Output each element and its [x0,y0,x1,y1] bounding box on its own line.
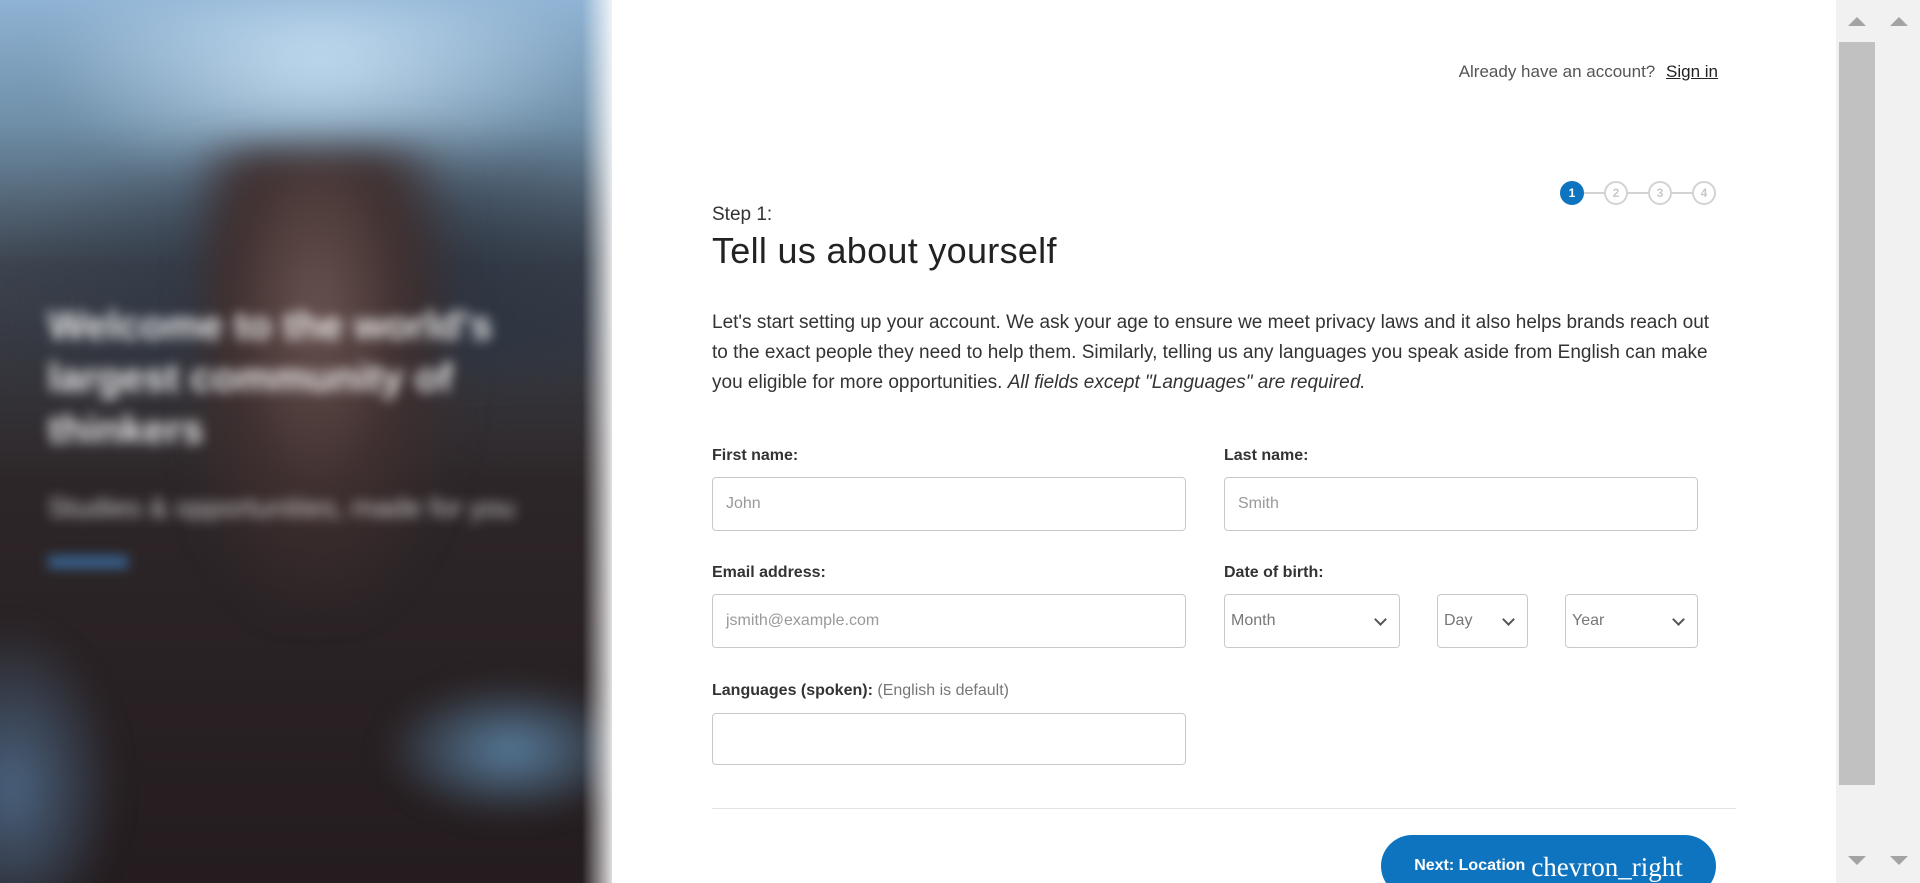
chevron-right-icon: chevron_right [1531,851,1683,882]
dob-month-value: Month [1231,612,1276,629]
step-connector [1584,192,1604,194]
intro-text: Let's start setting up your account. We … [712,308,1722,398]
step-3-indicator: 3 [1648,181,1672,205]
email-input[interactable]: jsmith@example.com [712,594,1186,648]
languages-hint: (English is default) [877,682,1009,699]
next-button-label: Next: Location [1414,857,1526,874]
languages-label: Languages (spoken): (English is default) [712,682,1009,700]
scrollbar-thumb[interactable] [1839,42,1875,785]
progress-stepper: 1 2 3 4 [1560,181,1716,205]
email-label: Email address: [712,564,826,581]
first-name-placeholder: John [726,495,761,512]
hero-text: Welcome to the world's largest community… [48,300,568,568]
step-1-indicator: 1 [1560,181,1584,205]
scroll-up-arrow-icon[interactable] [1848,17,1866,26]
hero-fade [582,0,612,883]
content-scrollbar[interactable] [1836,0,1878,883]
chevron-down-icon [1672,612,1685,626]
chevron-down-icon [1502,612,1515,626]
page-title: Tell us about yourself [712,230,1057,271]
languages-input[interactable] [712,713,1186,765]
dob-month-select[interactable]: Month [1224,594,1400,648]
last-name-label: Last name: [1224,447,1309,464]
chevron-down-icon [1374,612,1387,626]
form-header: Step 1: Tell us about yourself Let's sta… [712,204,1736,398]
intro-note: All fields except "Languages" are requir… [1007,372,1366,393]
last-name-input[interactable]: Smith [1224,477,1698,531]
hero-link [48,556,128,568]
dob-day-value: Day [1444,612,1473,629]
first-name-input[interactable]: John [712,477,1186,531]
form-divider [712,808,1736,809]
signin-prompt: Already have an account? [1458,62,1656,81]
scroll-down-arrow-icon[interactable] [1848,856,1866,865]
step-2-indicator: 2 [1604,181,1628,205]
signin-link[interactable]: Sign in [1666,62,1718,81]
step-label: Step 1: [712,204,773,225]
step-4-indicator: 4 [1692,181,1716,205]
dob-day-select[interactable]: Day [1437,594,1528,648]
hero-image-panel: Welcome to the world's largest community… [0,0,612,883]
next-location-button[interactable]: Next: Location chevron_right [1381,835,1716,883]
window-scrollbar[interactable] [1878,0,1920,883]
step-connector [1628,192,1648,194]
scroll-down-arrow-icon[interactable] [1890,856,1908,865]
last-name-placeholder: Smith [1238,495,1279,512]
first-name-label: First name: [712,447,799,464]
signin-row: Already have an account? Sign in [1459,62,1718,82]
languages-label-text: Languages (spoken): [712,682,873,699]
hero-subtitle: Studies & opportunities, made for you [48,492,515,523]
dob-label: Date of birth: [1224,564,1324,581]
scroll-up-arrow-icon[interactable] [1890,17,1908,26]
dob-year-select[interactable]: Year [1565,594,1698,648]
hero-title: Welcome to the world's largest community… [48,304,493,452]
step-connector [1672,192,1692,194]
hero-water-left [0,620,120,883]
email-placeholder: jsmith@example.com [726,612,880,629]
hero-water [380,680,612,820]
dob-year-value: Year [1572,612,1605,629]
